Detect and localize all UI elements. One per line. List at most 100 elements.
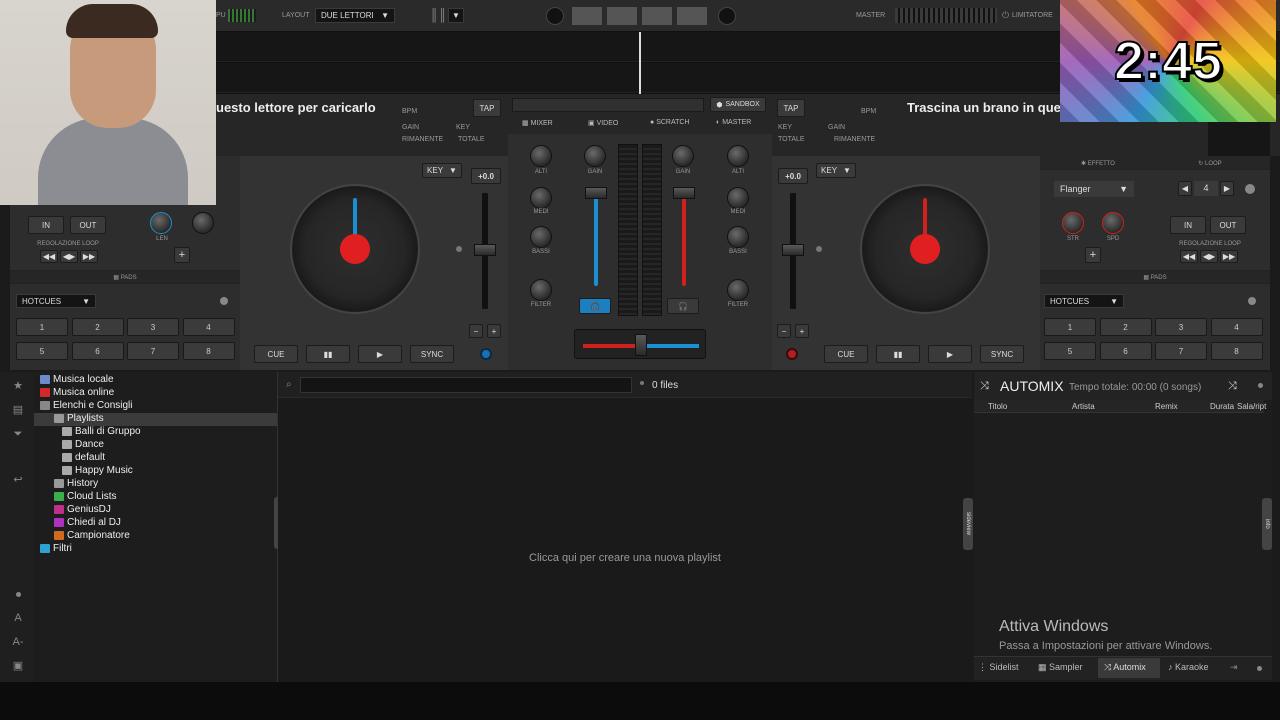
left-pad[interactable]: 1 [16,318,68,336]
left-tap-button[interactable]: TAP [473,99,501,117]
left-cue-button[interactable]: CUE [254,345,298,363]
left-headphone-indicator[interactable] [480,348,492,360]
left-hotcues-select[interactable]: HOTCUES ▼ [16,294,96,308]
tree-item[interactable]: Happy Music [40,464,141,477]
left-loop-half-button[interactable]: ◀◀ [40,250,58,263]
right-pad[interactable]: 2 [1099,318,1152,336]
right-cue-button[interactable]: CUE [824,345,868,363]
shuffle-icon[interactable]: ⤨ [980,380,989,393]
search-input[interactable] [300,377,632,393]
layout-select[interactable]: DUE LETTORI ▼ [315,8,395,23]
column-remix[interactable]: Remix [1155,402,1178,411]
tree-item[interactable]: Balli di Gruppo [40,425,141,438]
left-pad[interactable]: 7 [127,342,179,360]
tree-item[interactable]: GeniusDJ [40,503,141,516]
column-extra[interactable]: Sala/ript [1237,402,1266,411]
right-pitch-handle[interactable] [782,244,804,256]
left-fx-knob[interactable] [192,212,214,234]
right-loop-next-button[interactable]: ▶ [1220,181,1234,196]
left-pad[interactable]: 3 [127,318,179,336]
left-pad[interactable]: 4 [182,318,235,336]
right-pad[interactable]: 5 [1044,342,1096,360]
expand-icon[interactable]: ⇥ [1230,662,1238,673]
left-pitch-handle[interactable] [474,244,496,256]
sideview-tab[interactable]: sideview [963,498,973,550]
info-tab[interactable]: info [1262,498,1272,550]
font-size-down-button[interactable]: A- [10,634,26,650]
left-pads-option-icon[interactable] [220,297,228,305]
left-jog-wheel[interactable] [290,184,420,314]
left-loop-out-button[interactable]: OUT [70,216,106,234]
left-play-button[interactable]: ▶ [358,345,402,363]
right-pads-option-icon[interactable] [1248,297,1256,305]
right-effect-select[interactable]: Flanger ▼ [1054,181,1134,197]
right-pause-button[interactable]: ▮▮ [876,345,920,363]
left-pad[interactable]: 5 [16,342,68,360]
window-icon[interactable]: ▣ [10,658,26,674]
left-volume-fader[interactable] [594,194,598,286]
right-jog-wheel[interactable] [860,184,990,314]
right-pad[interactable]: 8 [1210,342,1263,360]
right-loop-out-button[interactable]: OUT [1210,216,1246,234]
automix-mode-icon[interactable]: ⤨ [1228,380,1237,393]
font-size-up-button[interactable]: A [10,610,26,626]
right-sync-button[interactable]: SYNC [980,345,1024,363]
left-key-button[interactable]: KEY ▼ [422,163,462,178]
right-volume-fader[interactable] [682,194,686,286]
tree-item[interactable]: Playlists [40,412,141,425]
right-pad[interactable]: 3 [1155,318,1207,336]
left-pad[interactable]: 6 [71,342,124,360]
right-pad[interactable]: 7 [1155,342,1207,360]
waveform-icon[interactable]: ║║ [430,8,447,22]
left-volume-handle[interactable] [585,187,607,199]
tab-sidelist[interactable]: ⋮ Sidelist [978,662,1019,673]
tree-item[interactable]: default [40,451,141,464]
right-loop-shift-button[interactable]: ◀▶ [1200,250,1218,263]
left-pad[interactable]: 2 [71,318,124,336]
left-pitch-reset-icon[interactable] [456,246,462,252]
bottom-options-icon[interactable] [1257,666,1262,671]
left-pause-button[interactable]: ▮▮ [306,345,350,363]
right-loop-in-button[interactable]: IN [1170,216,1206,234]
right-loop-half-button[interactable]: ◀◀ [1180,250,1198,263]
right-str-knob[interactable] [1062,212,1084,234]
right-filter-knob[interactable] [727,279,749,301]
right-pitch-reset-icon[interactable] [816,246,822,252]
star-icon[interactable]: ★ [10,378,26,394]
tree-item[interactable]: Campionatore [40,529,141,542]
left-pfl-headphone-button[interactable]: 🎧 [579,298,611,314]
right-key-button[interactable]: KEY ▼ [816,163,856,178]
folder-add-icon[interactable]: ▤ [10,402,26,418]
right-pfl-headphone-button[interactable]: 🎧 [667,298,699,314]
right-add-button[interactable]: + [1085,247,1101,263]
left-loop-double-button[interactable]: ▶▶ [80,250,98,263]
right-pad[interactable]: 6 [1099,342,1152,360]
left-pitch-plus-button[interactable]: + [487,324,501,338]
right-pitch-minus-button[interactable]: − [777,324,791,338]
left-loop-shift-button[interactable]: ◀▶ [60,250,78,263]
right-play-button[interactable]: ▶ [928,345,972,363]
tree-item[interactable]: Cloud Lists [40,490,141,503]
tab-mixer[interactable]: ▦ MIXER [522,119,553,127]
left-pitch-minus-button[interactable]: − [469,324,483,338]
tree-item[interactable]: History [40,477,141,490]
column-duration[interactable]: Durata [1210,402,1234,411]
right-bassi-knob[interactable] [727,226,749,248]
right-loop-double-button[interactable]: ▶▶ [1220,250,1238,263]
automix-options-icon[interactable] [1258,383,1263,388]
right-pad[interactable]: 1 [1044,318,1096,336]
tree-item[interactable]: Musica locale [40,373,141,386]
left-sync-button[interactable]: SYNC [410,345,454,363]
left-alti-knob[interactable] [530,145,552,167]
tab-automix[interactable]: ⤨ Automix [1098,658,1160,678]
column-title[interactable]: Titolo [988,402,1007,411]
right-loop-prev-button[interactable]: ◀ [1178,181,1192,196]
tree-item[interactable]: Elenchi e Consigli [40,399,141,412]
tab-scratch[interactable]: ● SCRATCH [650,119,690,126]
left-medi-knob[interactable] [530,187,552,209]
create-playlist-message[interactable]: Clicca qui per creare una nuova playlist [278,552,972,564]
tab-sampler[interactable]: ▦ Sampler [1038,662,1083,673]
left-filter-knob[interactable] [530,279,552,301]
tab-karaoke[interactable]: ♪ Karaoke [1168,662,1209,672]
filter-icon[interactable]: ⏷ [10,426,26,442]
